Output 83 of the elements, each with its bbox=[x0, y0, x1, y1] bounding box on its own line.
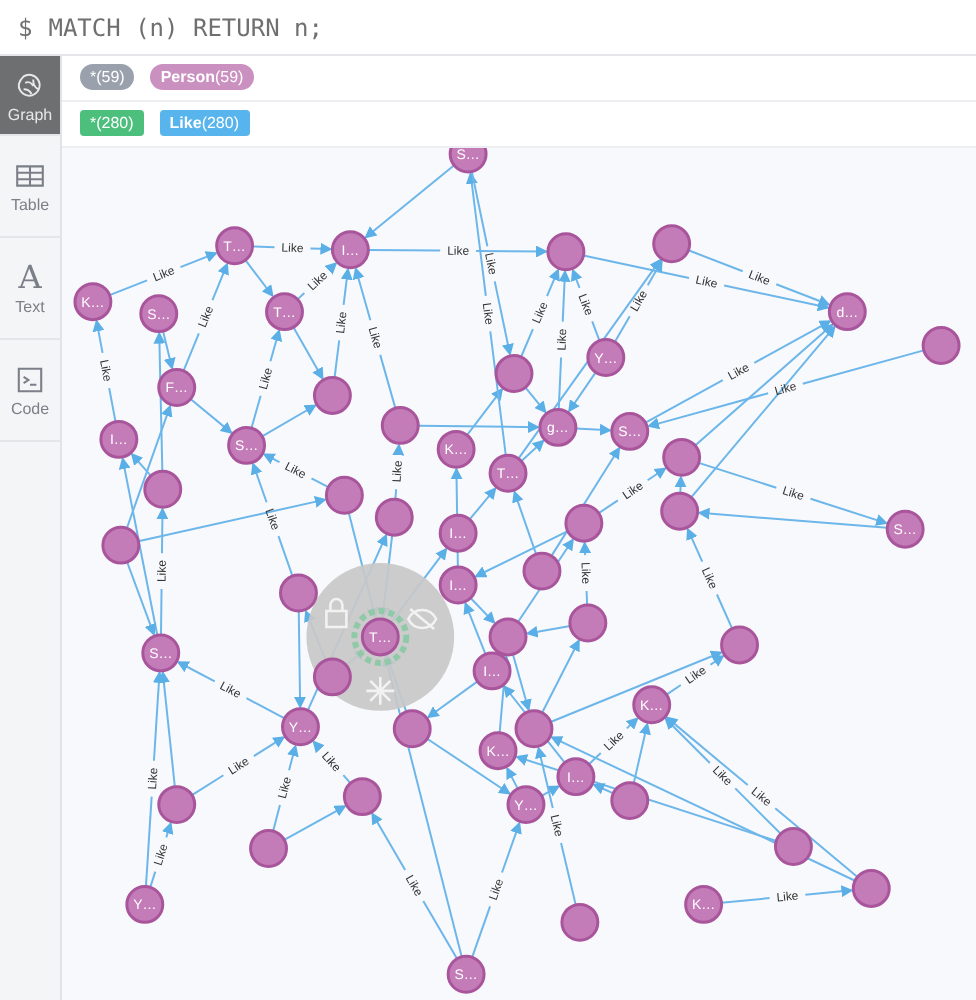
relationship-arrow bbox=[674, 475, 687, 495]
relationship-arrow bbox=[189, 397, 233, 434]
query-prompt: $ bbox=[18, 13, 33, 41]
person-node[interactable] bbox=[99, 419, 139, 459]
person-node[interactable] bbox=[448, 147, 488, 174]
person-node[interactable] bbox=[157, 784, 197, 824]
person-node[interactable] bbox=[921, 325, 961, 365]
person-node[interactable] bbox=[342, 776, 382, 816]
person-node[interactable] bbox=[330, 230, 370, 270]
person-node[interactable] bbox=[157, 367, 197, 407]
person-node[interactable] bbox=[392, 709, 432, 749]
relationship-arrow bbox=[364, 164, 456, 239]
person-node[interactable] bbox=[360, 617, 400, 657]
relationship-arrow bbox=[312, 740, 352, 784]
terminal-icon bbox=[14, 364, 46, 396]
view-tab[interactable]: A Text bbox=[0, 238, 60, 340]
person-node[interactable] bbox=[141, 633, 181, 673]
relationship-type-tag[interactable]: *(280) bbox=[80, 110, 144, 137]
person-node[interactable] bbox=[684, 884, 724, 924]
person-node[interactable] bbox=[101, 525, 141, 565]
relationship-arrow bbox=[292, 326, 324, 380]
person-node[interactable] bbox=[827, 292, 867, 331]
person-node[interactable] bbox=[488, 453, 528, 493]
relationship-arrow bbox=[720, 885, 854, 904]
person-node[interactable] bbox=[851, 868, 891, 908]
person-node[interactable] bbox=[281, 707, 320, 747]
query-editor[interactable]: $ MATCH (n) RETURN n; bbox=[0, 0, 976, 56]
person-node[interactable] bbox=[546, 232, 586, 272]
person-node[interactable] bbox=[73, 282, 113, 321]
person-node[interactable] bbox=[610, 411, 650, 451]
person-node[interactable] bbox=[494, 353, 534, 393]
person-node[interactable] bbox=[438, 565, 478, 605]
view-tab[interactable]: Table bbox=[0, 136, 60, 238]
person-node[interactable] bbox=[265, 292, 304, 331]
person-node[interactable] bbox=[125, 884, 165, 924]
query-text: MATCH (n) RETURN n; bbox=[48, 13, 324, 41]
person-node[interactable] bbox=[720, 625, 759, 665]
person-node[interactable] bbox=[488, 617, 528, 657]
person-node[interactable] bbox=[215, 226, 255, 266]
person-node[interactable] bbox=[610, 780, 650, 820]
table-icon bbox=[14, 160, 46, 192]
person-node[interactable] bbox=[436, 429, 476, 469]
person-node[interactable] bbox=[249, 828, 288, 868]
person-node[interactable] bbox=[556, 757, 596, 796]
relationship-arrow bbox=[392, 443, 405, 501]
person-node[interactable] bbox=[279, 573, 318, 613]
person-node[interactable] bbox=[312, 375, 352, 415]
letter-icon: A bbox=[18, 262, 42, 294]
graph-icon bbox=[14, 69, 46, 101]
relationship-arrow bbox=[251, 242, 333, 255]
person-node[interactable] bbox=[885, 509, 925, 549]
relationship-arrow bbox=[244, 258, 274, 298]
relationship-arrow bbox=[468, 486, 497, 521]
person-node[interactable] bbox=[506, 784, 546, 824]
person-node[interactable] bbox=[662, 437, 702, 477]
person-node[interactable] bbox=[568, 603, 608, 643]
person-node[interactable] bbox=[380, 405, 420, 445]
relationship-type-tag[interactable]: Like(280) bbox=[159, 110, 249, 137]
selection-ring bbox=[351, 607, 410, 666]
person-node[interactable] bbox=[522, 551, 562, 591]
person-node[interactable] bbox=[514, 709, 554, 749]
view-tab[interactable]: Graph bbox=[0, 56, 60, 136]
person-node[interactable] bbox=[478, 731, 518, 770]
person-node[interactable] bbox=[324, 475, 364, 515]
person-node[interactable] bbox=[438, 513, 478, 553]
person-node[interactable] bbox=[586, 337, 626, 377]
view-tab[interactable]: Code bbox=[0, 340, 60, 442]
person-node[interactable] bbox=[564, 503, 604, 543]
person-node[interactable] bbox=[139, 294, 179, 333]
person-node[interactable] bbox=[472, 651, 512, 691]
person-node[interactable] bbox=[560, 902, 600, 942]
person-node[interactable] bbox=[652, 224, 692, 264]
relationship-arrow bbox=[92, 319, 117, 423]
person-node[interactable] bbox=[660, 491, 700, 531]
person-node[interactable] bbox=[538, 407, 578, 447]
person-node[interactable] bbox=[446, 954, 486, 994]
person-node[interactable] bbox=[143, 469, 183, 509]
person-node[interactable] bbox=[374, 497, 414, 537]
node-label-pill[interactable]: *(59) bbox=[80, 64, 135, 91]
person-node[interactable] bbox=[227, 425, 267, 465]
node-label-pill[interactable]: Person(59) bbox=[150, 64, 254, 91]
person-node[interactable] bbox=[632, 685, 672, 725]
person-node[interactable] bbox=[773, 826, 813, 866]
